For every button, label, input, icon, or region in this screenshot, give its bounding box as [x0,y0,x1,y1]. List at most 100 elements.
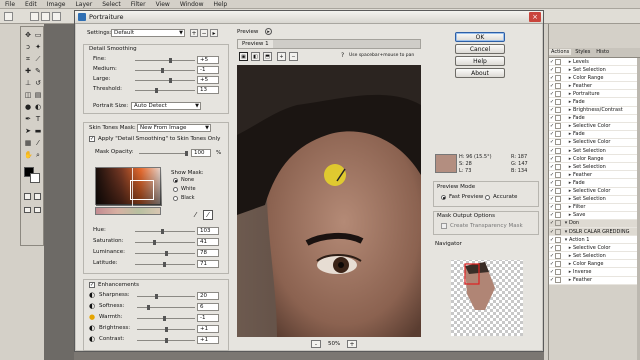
stamp-tool-icon[interactable]: ⊥ [24,79,32,87]
ok-button[interactable]: OK [455,32,505,42]
show-mask-none-radio[interactable] [173,178,178,183]
slider-knob[interactable] [153,240,156,245]
slider-knob[interactable] [163,316,166,321]
detail-slider[interactable] [135,88,195,93]
path-select-icon[interactable]: ➤ [24,127,32,135]
eyedropper-plus-icon[interactable]: ⁄ [203,210,213,220]
preview-photo[interactable] [237,65,421,337]
shape-tool-icon[interactable]: ▬ [34,127,42,135]
action-row[interactable]: ✓ ▸ Brightness/Contrast [549,106,637,115]
dialog-toggle-box[interactable] [555,163,561,170]
pen-tool-icon[interactable]: ✒ [24,115,32,123]
dialog-toggle-box[interactable] [555,252,561,259]
tab-histogram[interactable]: Histo [594,49,611,55]
action-row[interactable]: ✓ ▸ Filter [549,203,637,212]
action-row[interactable]: ✓ ▸ Set Selection [549,66,637,75]
detail-value[interactable]: 13 [197,86,219,94]
dialog-toggle-box[interactable] [555,236,561,243]
skin-tone-slider[interactable] [135,229,195,234]
remove-preview-icon[interactable]: − [289,52,298,61]
slider-knob[interactable] [155,88,158,93]
slider-knob[interactable] [147,305,150,310]
skin-tone-slider[interactable] [135,251,195,256]
skin-color-field[interactable] [95,167,162,206]
action-row[interactable]: ✓ ▸ Inverse [549,268,637,277]
enhance-slider[interactable] [137,294,195,299]
dialog-toggle-box[interactable] [555,82,561,89]
detail-slider[interactable] [135,58,195,63]
dialog-toggle-box[interactable] [555,228,561,235]
action-row[interactable]: ✓ ▸ Color Range [549,155,637,164]
blur-tool-icon[interactable]: ● [24,103,32,111]
background-color-icon[interactable] [30,173,40,183]
full-screen-icon[interactable] [34,207,41,213]
dialog-toggle-box[interactable] [555,196,561,203]
tool-preset-icon[interactable] [4,12,13,21]
split-vertical-icon[interactable]: ◧ [251,52,260,61]
action-row[interactable]: ✓ ▸ Levels [549,58,637,67]
action-row[interactable]: ✓ ▸ Selective Color [549,122,637,131]
skin-tone-value[interactable]: 103 [197,227,219,235]
add-selection-icon[interactable] [41,12,50,21]
detail-value[interactable]: +5 [197,76,219,84]
portrait-size-select[interactable]: Auto Detect ▼ [131,102,201,110]
slider-knob[interactable] [161,229,164,234]
notes-tool-icon[interactable]: ▦ [24,139,32,147]
action-row[interactable]: ✓ ▸ Selective Color [549,138,637,148]
tab-preview-1[interactable]: Preview 1 [238,40,273,48]
healing-tool-icon[interactable]: ✚ [24,67,32,75]
slider-knob[interactable] [163,262,166,267]
dialog-toggle-box[interactable] [555,268,561,275]
slider-knob[interactable] [161,68,164,73]
menu-edit[interactable]: Edit [20,1,42,8]
dialog-toggle-box[interactable] [555,131,561,138]
enhance-value[interactable]: 20 [197,292,219,300]
mask-opacity-value[interactable]: 100 [191,149,211,157]
menu-window[interactable]: Window [175,1,209,8]
enhance-slider[interactable] [137,338,195,343]
eyedropper-tool-icon[interactable]: ⁄ [34,139,42,147]
transparency-mask-checkbox[interactable] [441,223,447,229]
action-row[interactable]: ✓ ▸ Selective Color [549,187,637,196]
detail-value[interactable]: -1 [197,66,219,74]
crop-tool-icon[interactable]: ⌗ [24,55,32,63]
skin-tone-slider[interactable] [135,240,195,245]
dialog-toggle-box[interactable] [555,123,561,130]
action-row[interactable]: ✓ ▸ Fade [549,114,637,123]
action-row[interactable]: ✓ ▸ Selective Color [549,244,637,253]
action-row[interactable]: ✓ ▸ Fade [549,179,637,188]
dialog-toggle-box[interactable] [555,74,561,81]
slider-knob[interactable] [165,327,168,332]
skin-tone-value[interactable]: 78 [197,249,219,257]
action-row[interactable]: ✓ ▸ Fade [549,130,637,139]
dialog-toggle-box[interactable] [555,171,561,178]
mask-opacity-slider[interactable] [139,151,188,156]
settings-save-button[interactable]: + [190,29,198,37]
menu-image[interactable]: Image [42,1,71,8]
eyedropper-icon[interactable]: ⁄ [191,211,200,220]
menu-file[interactable]: File [0,1,20,8]
action-row[interactable]: ✓ ▸ Set Selection [549,252,637,261]
action-row[interactable]: ✓ ▸ Feather [549,171,637,180]
action-row[interactable]: ✓ ▸ Set Selection [549,147,637,156]
menu-help[interactable]: Help [209,1,233,8]
move-tool-icon[interactable]: ✥ [24,31,32,39]
dialog-toggle-box[interactable] [555,220,561,227]
skin-tone-slider[interactable] [135,262,195,267]
dialog-toggle-box[interactable] [555,58,561,65]
dialog-toggle-box[interactable] [555,147,561,154]
action-row[interactable]: ✓ ▾ Action 1 [549,236,637,245]
settings-delete-button[interactable]: − [200,29,208,37]
help-button[interactable]: Help [455,56,505,66]
slice-tool-icon[interactable]: ⟋ [34,55,42,63]
hue-strip[interactable] [95,207,161,215]
menu-view[interactable]: View [151,1,175,8]
single-view-icon[interactable]: ▣ [239,52,248,61]
enhance-slider[interactable] [137,327,195,332]
gradient-tool-icon[interactable]: ▤ [34,91,42,99]
show-mask-black-radio[interactable] [173,196,178,201]
detail-slider[interactable] [135,68,195,73]
dialog-toggle-box[interactable] [555,139,561,146]
action-row[interactable]: ✓ ▸ Feather [549,82,637,91]
enhance-value[interactable]: -1 [197,314,219,322]
